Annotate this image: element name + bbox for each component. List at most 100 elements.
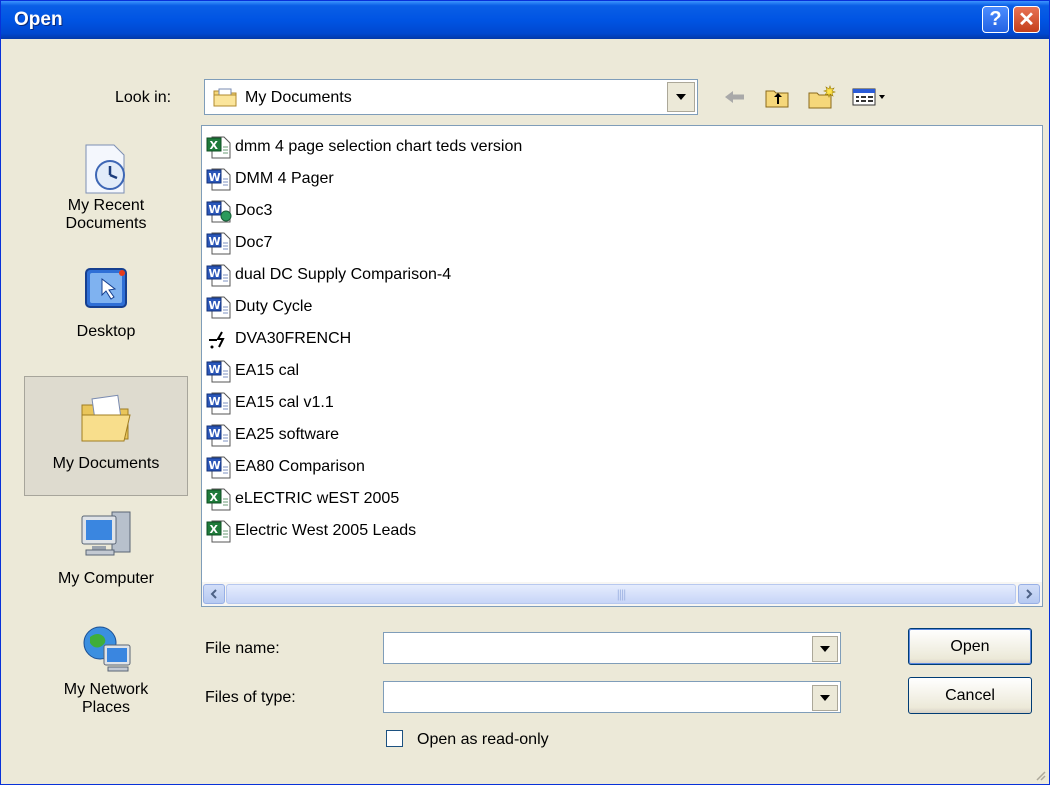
svg-text:W: W [209,267,221,280]
file-item[interactable]: XeLECTRIC wEST 2005 [206,484,399,514]
file-item[interactable]: W DMM 4 Pager [206,164,334,194]
place-label: My Computer [57,570,155,587]
place-label: Documents [65,215,147,232]
file-item-name: DMM 4 Pager [235,170,334,187]
file-item[interactable]: W Doc3 [206,196,272,226]
up-one-level-button[interactable] [763,85,791,109]
recent-documents-icon [78,141,134,197]
place-my-recent-documents[interactable]: My Recent Documents [24,129,188,259]
close-button[interactable]: ✕ [1013,6,1040,33]
file-item-name: eLECTRIC wEST 2005 [235,490,400,507]
file-item-name: Doc3 [235,202,273,219]
file-item[interactable]: W Duty Cycle [206,292,312,322]
file-item[interactable]: W Doc7 [206,228,272,258]
horizontal-scrollbar[interactable]: |||| [202,582,1042,606]
view-menu-button[interactable] [851,85,891,109]
grip-icon: |||| [616,587,627,601]
my-documents-icon [78,391,134,447]
look-in-label: Look in: [115,89,172,106]
title-bar[interactable]: Open ? ✕ [1,1,1049,39]
shortcut-file-icon [206,327,232,351]
dialog-title: Open [14,9,63,30]
file-item[interactable]: Xdmm 4 page selection chart teds version [206,132,522,162]
file-item-name: dmm 4 page selection chart teds version [235,138,523,155]
open-button[interactable]: Open [908,628,1032,665]
file-item-name: Doc7 [235,234,273,251]
file-item[interactable]: W EA25 software [206,420,339,450]
chevron-right-icon [1026,589,1033,599]
look-in-dropdown[interactable]: My Documents [204,79,698,115]
file-name-combo[interactable] [383,632,841,664]
place-label: My Recent [67,197,145,214]
word-document-icon: W [206,263,232,287]
svg-text:W: W [209,299,221,312]
file-item[interactable]: DVA30FRENCH [206,324,351,354]
scroll-right-button[interactable] [1018,584,1040,604]
svg-text:X: X [210,523,219,536]
place-my-network-places[interactable]: My Network Places [24,619,188,739]
open-read-only-checkbox[interactable] [386,730,403,747]
word-document-icon: W [206,423,232,447]
word-document-icon: W [206,167,232,191]
file-item-name: Duty Cycle [235,298,313,315]
cancel-button[interactable]: Cancel [908,677,1032,714]
files-of-type-dropdown-button[interactable] [812,685,838,711]
file-item[interactable]: W EA15 cal v1.1 [206,388,334,418]
svg-text:W: W [209,459,221,472]
chevron-left-icon [210,589,217,599]
file-item[interactable]: W EA15 cal [206,356,299,386]
word-document-icon: W [206,295,232,319]
place-label: My Network [63,681,149,698]
place-my-computer[interactable]: My Computer [24,506,188,606]
chevron-down-icon [676,94,686,100]
desktop-icon [78,263,134,313]
svg-text:X: X [210,491,219,504]
resize-grip-icon[interactable] [1034,769,1046,781]
back-button[interactable] [723,85,747,109]
place-label: Desktop [76,323,136,340]
open-button-label: Open [950,637,990,655]
word-document-icon: W [206,231,232,255]
excel-file-icon: X [206,487,232,511]
look-in-value: My Documents [245,89,352,106]
new-folder-icon [808,85,836,109]
file-name-dropdown-button[interactable] [812,636,838,662]
place-label: Places [81,699,131,716]
cancel-button-label: Cancel [945,686,995,704]
files-of-type-label: Files of type: [205,689,296,706]
chevron-down-icon [820,695,830,701]
file-item-name: EA15 cal [235,362,300,379]
file-item-name: dual DC Supply Comparison-4 [235,266,452,283]
look-in-dropdown-button[interactable] [667,82,695,112]
open-read-only-label[interactable]: Open as read-only [417,731,549,749]
file-item-name: Electric West 2005 Leads [235,522,417,539]
help-icon: ? [989,8,1002,30]
word-document-icon: W [206,359,232,383]
file-item-name: EA80 Comparison [235,458,365,475]
create-new-folder-button[interactable] [807,85,837,109]
file-list[interactable]: Xdmm 4 page selection chart teds version… [201,125,1043,607]
place-desktop[interactable]: Desktop [24,263,188,363]
file-item[interactable]: Wdual DC Supply Comparison-4 [206,260,451,290]
file-name-input[interactable] [388,637,802,661]
files-of-type-combo[interactable] [383,681,841,713]
my-documents-folder-icon [213,88,237,107]
svg-text:W: W [209,235,221,248]
help-button[interactable]: ? [982,6,1009,33]
file-item-name: DVA30FRENCH [235,330,352,347]
view-menu-icon [852,88,885,106]
svg-text:W: W [209,395,221,408]
file-item[interactable]: X Electric West 2005 Leads [206,516,416,546]
scrollbar-thumb[interactable]: |||| [226,584,1016,604]
file-item[interactable]: W EA80 Comparison [206,452,365,482]
place-my-documents[interactable]: My Documents [24,376,188,496]
open-dialog: Open ? ✕ Look in: My Documents My Recent… [0,0,1050,785]
word-document-icon: W [206,199,232,223]
svg-text:W: W [209,171,221,184]
svg-text:W: W [209,427,221,440]
scroll-left-button[interactable] [203,584,225,604]
svg-text:X: X [210,139,219,152]
word-document-icon: W [206,455,232,479]
file-item-name: EA15 cal v1.1 [235,394,334,411]
file-item-name: EA25 software [235,426,340,443]
